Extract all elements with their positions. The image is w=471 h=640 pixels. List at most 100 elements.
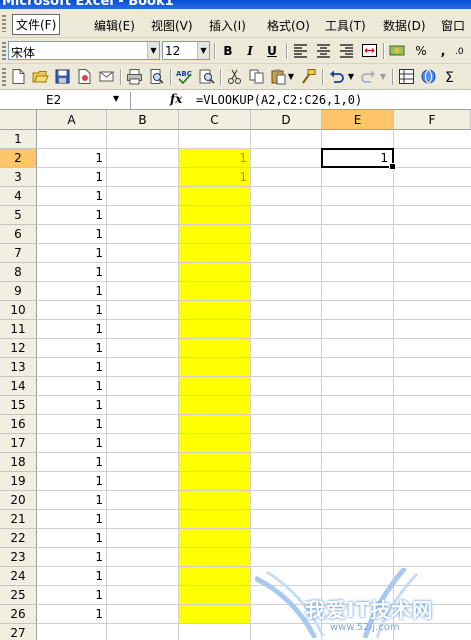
row-header-14[interactable]: 14 bbox=[0, 377, 37, 396]
row-header-26[interactable]: 26 bbox=[0, 605, 37, 624]
print-preview-icon[interactable] bbox=[148, 68, 165, 85]
toolbar-grip[interactable] bbox=[2, 68, 6, 86]
cell-a2[interactable]: 1 bbox=[37, 149, 107, 168]
cell-a17[interactable]: 1 bbox=[37, 434, 107, 453]
underline-button[interactable]: U bbox=[262, 42, 282, 60]
align-left-icon[interactable] bbox=[292, 42, 309, 59]
menu-file[interactable]: 文件(F) bbox=[12, 14, 61, 35]
undo-dropdown-chevron-down-icon[interactable]: ▼ bbox=[346, 68, 356, 86]
column-header-a[interactable]: A bbox=[37, 110, 107, 130]
row-header-13[interactable]: 13 bbox=[0, 358, 37, 377]
cell-a20[interactable]: 1 bbox=[37, 491, 107, 510]
font-name-combo[interactable]: 宋体 ▼ bbox=[8, 41, 160, 60]
cell-a22[interactable]: 1 bbox=[37, 529, 107, 548]
row-header-15[interactable]: 15 bbox=[0, 396, 37, 415]
cell-a8[interactable]: 1 bbox=[37, 263, 107, 282]
paste-icon[interactable] bbox=[270, 68, 287, 85]
menu-grip[interactable] bbox=[2, 15, 6, 32]
row-header-21[interactable]: 21 bbox=[0, 510, 37, 529]
chevron-down-icon[interactable]: ▼ bbox=[197, 42, 209, 59]
bold-button[interactable]: B bbox=[218, 42, 238, 60]
row-header-11[interactable]: 11 bbox=[0, 320, 37, 339]
spreadsheet-grid[interactable]: A B C D E F 1 2 3 4 5 6 7 8 9 10 11 12 13 14 15 16 17 18 19 20 21 2… bbox=[0, 110, 471, 640]
menu-tools[interactable]: 工具(T) bbox=[322, 16, 369, 35]
permission-icon[interactable] bbox=[76, 68, 93, 85]
cell-a11[interactable]: 1 bbox=[37, 320, 107, 339]
column-header-b[interactable]: B bbox=[107, 110, 179, 130]
row-header-18[interactable]: 18 bbox=[0, 453, 37, 472]
cell-a3[interactable]: 1 bbox=[37, 168, 107, 187]
row-header-6[interactable]: 6 bbox=[0, 225, 37, 244]
row-header-10[interactable]: 10 bbox=[0, 301, 37, 320]
print-icon[interactable] bbox=[126, 68, 143, 85]
cell-a14[interactable]: 1 bbox=[37, 377, 107, 396]
menu-edit[interactable]: 编辑(E) bbox=[91, 16, 138, 35]
cell-a19[interactable]: 1 bbox=[37, 472, 107, 491]
row-header-20[interactable]: 20 bbox=[0, 491, 37, 510]
format-painter-icon[interactable] bbox=[300, 68, 317, 85]
insert-function-icon[interactable]: fx bbox=[170, 92, 182, 106]
cut-icon[interactable] bbox=[226, 68, 243, 85]
email-icon[interactable] bbox=[98, 68, 115, 85]
align-center-icon[interactable] bbox=[315, 42, 332, 59]
row-header-9[interactable]: 9 bbox=[0, 282, 37, 301]
increase-decimal-icon[interactable]: .0 bbox=[454, 42, 471, 59]
undo-icon[interactable] bbox=[328, 68, 345, 85]
redo-dropdown-chevron-down-icon[interactable]: ▼ bbox=[378, 68, 388, 86]
row-header-2[interactable]: 2 bbox=[0, 149, 37, 168]
cell-a26[interactable]: 1 bbox=[37, 605, 107, 624]
currency-icon[interactable] bbox=[389, 42, 406, 59]
comma-style-button[interactable]: , bbox=[433, 42, 453, 60]
copy-icon[interactable] bbox=[248, 68, 265, 85]
active-cell[interactable]: 1 bbox=[321, 148, 396, 170]
row-header-22[interactable]: 22 bbox=[0, 529, 37, 548]
row-header-17[interactable]: 17 bbox=[0, 434, 37, 453]
cell-a24[interactable]: 1 bbox=[37, 567, 107, 586]
fill-handle[interactable] bbox=[389, 163, 396, 170]
italic-button[interactable]: I bbox=[240, 42, 260, 60]
save-icon[interactable] bbox=[54, 68, 71, 85]
sum-icon[interactable]: Σ bbox=[442, 68, 459, 85]
row-header-24[interactable]: 24 bbox=[0, 567, 37, 586]
row-header-25[interactable]: 25 bbox=[0, 586, 37, 605]
row-header-27[interactable]: 27 bbox=[0, 624, 37, 640]
menu-data[interactable]: 数据(D) bbox=[380, 16, 429, 35]
paste-dropdown-chevron-down-icon[interactable]: ▼ bbox=[286, 68, 296, 86]
row-header-3[interactable]: 3 bbox=[0, 168, 37, 187]
row-header-19[interactable]: 19 bbox=[0, 472, 37, 491]
chevron-down-icon[interactable]: ▼ bbox=[147, 42, 159, 59]
align-right-icon[interactable] bbox=[338, 42, 355, 59]
menu-view[interactable]: 视图(V) bbox=[148, 16, 196, 35]
cell-a12[interactable]: 1 bbox=[37, 339, 107, 358]
menu-format[interactable]: 格式(O) bbox=[264, 16, 313, 35]
column-header-e[interactable]: E bbox=[322, 110, 394, 130]
cell-c3[interactable]: 1 bbox=[179, 168, 251, 187]
cell-a9[interactable]: 1 bbox=[37, 282, 107, 301]
redo-icon[interactable] bbox=[360, 68, 377, 85]
cell-a10[interactable]: 1 bbox=[37, 301, 107, 320]
font-size-combo[interactable]: 12 ▼ bbox=[162, 41, 210, 60]
row-header-1[interactable]: 1 bbox=[0, 130, 37, 149]
cell-a7[interactable]: 1 bbox=[37, 244, 107, 263]
row-header-12[interactable]: 12 bbox=[0, 339, 37, 358]
row-header-5[interactable]: 5 bbox=[0, 206, 37, 225]
row-header-8[interactable]: 8 bbox=[0, 263, 37, 282]
cell-a23[interactable]: 1 bbox=[37, 548, 107, 567]
name-box[interactable]: E2 ▼ bbox=[0, 92, 131, 109]
table-icon[interactable] bbox=[398, 68, 415, 85]
merge-center-icon[interactable] bbox=[361, 42, 378, 59]
row-header-4[interactable]: 4 bbox=[0, 187, 37, 206]
chevron-down-icon[interactable]: ▼ bbox=[113, 94, 119, 103]
toolbar-grip[interactable] bbox=[2, 42, 6, 60]
open-folder-icon[interactable] bbox=[32, 68, 49, 85]
column-header-f[interactable]: F bbox=[394, 110, 471, 130]
cell-a21[interactable]: 1 bbox=[37, 510, 107, 529]
spelling-icon[interactable]: ABC bbox=[176, 68, 193, 85]
row-header-16[interactable]: 16 bbox=[0, 415, 37, 434]
percent-button[interactable]: % bbox=[411, 42, 431, 60]
row-header-23[interactable]: 23 bbox=[0, 548, 37, 567]
cell-a13[interactable]: 1 bbox=[37, 358, 107, 377]
cell-a6[interactable]: 1 bbox=[37, 225, 107, 244]
new-document-icon[interactable] bbox=[10, 68, 27, 85]
cell-c2[interactable]: 1 bbox=[179, 149, 251, 168]
